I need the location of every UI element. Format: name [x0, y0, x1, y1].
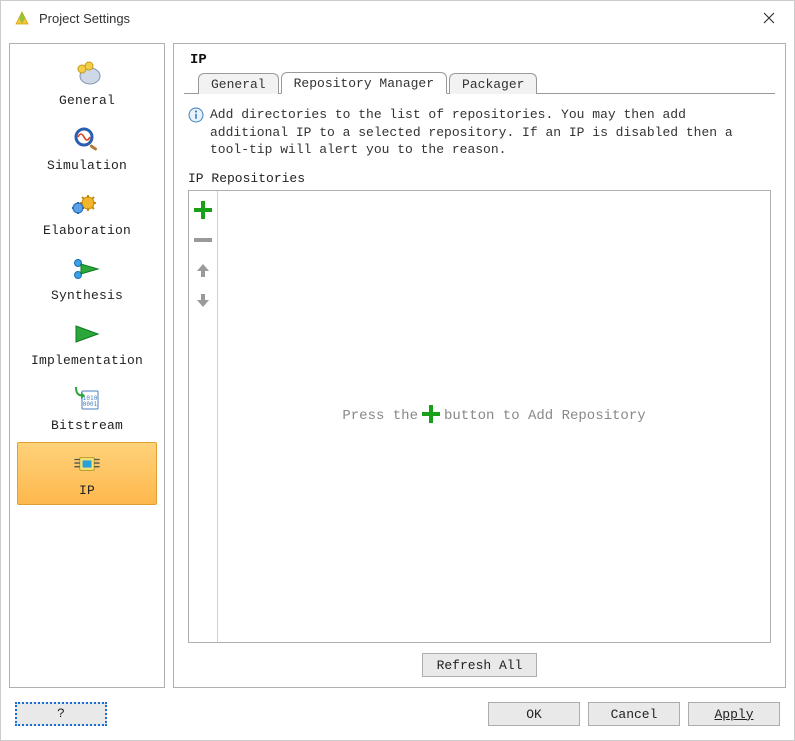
sidebar-item-label: Elaboration: [43, 223, 131, 238]
implementation-icon: [69, 319, 105, 349]
sidebar-item-label: Simulation: [47, 158, 127, 173]
tab-label: General: [211, 77, 266, 92]
move-down-button[interactable]: [192, 289, 214, 311]
tab-packager[interactable]: Packager: [449, 73, 537, 94]
ip-icon: [69, 449, 105, 479]
elaboration-icon: [69, 189, 105, 219]
synthesis-icon: [69, 254, 105, 284]
sidebar-item-bitstream[interactable]: 1010 0001 Bitstream: [17, 377, 157, 440]
main-panel: IP General Repository Manager Packager A…: [173, 43, 786, 688]
remove-repository-button[interactable]: [192, 229, 214, 251]
tab-label: Packager: [462, 77, 524, 92]
info-icon: [188, 107, 204, 123]
sidebar: General Simulation: [9, 43, 165, 688]
apply-button[interactable]: Apply: [688, 702, 780, 726]
simulation-icon: [69, 124, 105, 154]
titlebar: Project Settings: [1, 1, 794, 35]
dialog-body: General Simulation: [1, 35, 794, 696]
empty-placeholder: Press the button to Add Repository: [342, 405, 645, 428]
tab-repository-manager[interactable]: Repository Manager: [281, 72, 447, 94]
ip-repositories-label: IP Repositories: [188, 171, 775, 186]
move-up-button[interactable]: [192, 259, 214, 281]
refresh-all-button[interactable]: Refresh All: [422, 653, 538, 677]
close-button[interactable]: [752, 5, 786, 31]
cancel-button[interactable]: Cancel: [588, 702, 680, 726]
dialog-footer: ? OK Cancel Apply: [1, 696, 794, 740]
sidebar-item-label: Synthesis: [51, 288, 123, 303]
ip-repositories-area: Press the button to Add Repository: [188, 190, 771, 643]
sidebar-item-elaboration[interactable]: Elaboration: [17, 182, 157, 245]
help-button[interactable]: ?: [15, 702, 107, 726]
add-repository-button[interactable]: [192, 199, 214, 221]
sidebar-item-ip[interactable]: IP: [17, 442, 157, 505]
sidebar-item-label: Implementation: [31, 353, 143, 368]
sidebar-item-label: Bitstream: [51, 418, 123, 433]
window-title: Project Settings: [39, 11, 752, 26]
repository-list[interactable]: Press the button to Add Repository: [217, 191, 770, 642]
project-settings-dialog: Project Settings General: [0, 0, 795, 741]
tab-label: Repository Manager: [294, 76, 434, 91]
placeholder-prefix: Press the: [342, 408, 418, 424]
sidebar-item-label: IP: [79, 483, 95, 498]
tabstrip: General Repository Manager Packager: [184, 70, 775, 94]
ok-button[interactable]: OK: [488, 702, 580, 726]
placeholder-suffix: button to Add Repository: [444, 408, 646, 424]
sidebar-item-synthesis[interactable]: Synthesis: [17, 247, 157, 310]
info-message: Add directories to the list of repositor…: [188, 106, 771, 159]
svg-text:0001: 0001: [83, 401, 98, 408]
sidebar-item-label: General: [59, 93, 115, 108]
sidebar-item-general[interactable]: General: [17, 52, 157, 115]
plus-icon: [422, 405, 440, 428]
action-buttons: OK Cancel Apply: [488, 702, 780, 726]
bitstream-icon: 1010 0001: [69, 384, 105, 414]
general-icon: [69, 59, 105, 89]
repo-toolbar: [189, 191, 217, 642]
panel-title: IP: [190, 52, 775, 68]
info-text: Add directories to the list of repositor…: [210, 106, 771, 159]
refresh-row: Refresh All: [184, 653, 775, 677]
sidebar-item-implementation[interactable]: Implementation: [17, 312, 157, 375]
app-logo-icon: [13, 9, 31, 27]
tab-general[interactable]: General: [198, 73, 279, 94]
sidebar-item-simulation[interactable]: Simulation: [17, 117, 157, 180]
